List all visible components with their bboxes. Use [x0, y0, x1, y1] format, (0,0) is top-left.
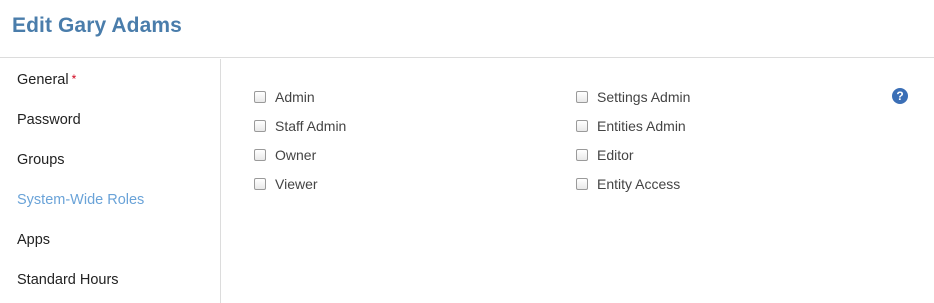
admin-checkbox[interactable] [254, 91, 266, 103]
role-label: Settings Admin [597, 89, 691, 105]
required-marker: * [71, 72, 77, 86]
page-title: Edit Gary Adams [12, 14, 182, 37]
sidebar-item-groups[interactable]: Groups [17, 152, 65, 168]
sidebar-item-system-wide-roles[interactable]: System-Wide Roles [17, 192, 144, 208]
sidebar-item-standard-hours[interactable]: Standard Hours [17, 272, 119, 288]
sidebar-item-password[interactable]: Password [17, 112, 81, 128]
role-entities-admin[interactable]: Entities Admin [576, 118, 686, 134]
role-staff-admin[interactable]: Staff Admin [254, 118, 346, 134]
roles-panel: Admin Staff Admin Owner Viewer Settings … [222, 59, 934, 303]
editor-checkbox[interactable] [576, 149, 588, 161]
question-circle-icon[interactable]: ? [892, 88, 908, 104]
role-admin[interactable]: Admin [254, 89, 315, 105]
staff-admin-checkbox[interactable] [254, 120, 266, 132]
role-label: Admin [275, 89, 315, 105]
sidebar-nav: General * Password Groups System-Wide Rol… [0, 59, 221, 303]
role-owner[interactable]: Owner [254, 147, 316, 163]
role-label: Entity Access [597, 176, 681, 192]
role-entity-access[interactable]: Entity Access [576, 176, 680, 192]
sidebar-item-apps[interactable]: Apps [17, 232, 50, 248]
settings-admin-checkbox[interactable] [576, 91, 588, 103]
sidebar-item-label: General [17, 72, 69, 88]
viewer-checkbox[interactable] [254, 178, 266, 190]
sidebar-item-general[interactable]: General * [17, 72, 76, 88]
role-editor[interactable]: Editor [576, 147, 634, 163]
owner-checkbox[interactable] [254, 149, 266, 161]
page-header: Edit Gary Adams [0, 0, 934, 58]
role-label: Owner [275, 147, 317, 163]
entities-admin-checkbox[interactable] [576, 120, 588, 132]
role-label: Entities Admin [597, 118, 686, 134]
role-viewer[interactable]: Viewer [254, 176, 318, 192]
role-label: Editor [597, 147, 634, 163]
role-settings-admin[interactable]: Settings Admin [576, 89, 690, 105]
entity-access-checkbox[interactable] [576, 178, 588, 190]
role-label: Staff Admin [275, 118, 347, 134]
role-label: Viewer [275, 176, 318, 192]
